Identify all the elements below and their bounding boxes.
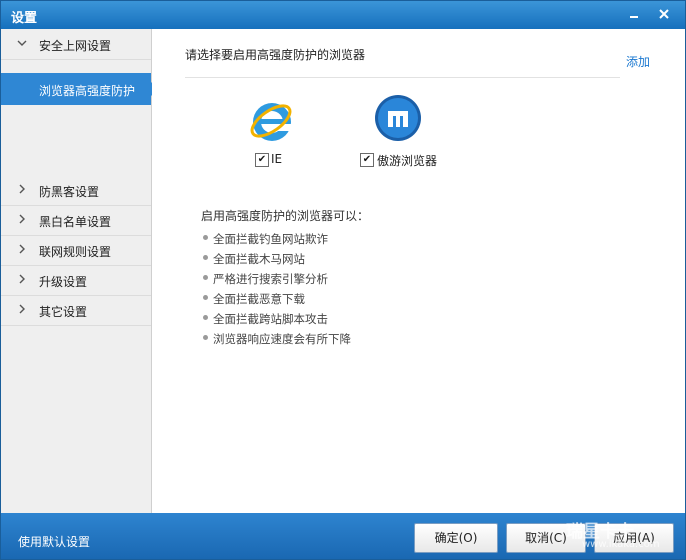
watermark: 瑞星卡卡 www.ikaka.com (566, 517, 684, 559)
sidebar: 安全上网设置 浏览器高强度防护 防黑客设置 黑白名单设置 联网规则设置 升级设置… (1, 29, 158, 513)
sidebar-item-network-rules[interactable]: 联网规则设置 (1, 235, 151, 266)
feature-item: 全面拦截钓鱼网站欺诈 (203, 231, 328, 247)
sidebar-item-safe-browsing[interactable]: 安全上网设置 (1, 29, 151, 60)
bullet-icon (203, 275, 208, 280)
sidebar-item-label: 防黑客设置 (39, 185, 100, 199)
bullet-icon (203, 315, 208, 320)
bullet-icon (203, 235, 208, 240)
sidebar-item-label: 其它设置 (39, 305, 88, 319)
divider (185, 77, 620, 78)
bullet-icon (203, 255, 208, 260)
footer-bar: 使用默认设置 确定(O) 取消(C) 应用(A) 瑞星卡卡 www.ikaka.… (1, 513, 685, 559)
bullet-icon (203, 295, 208, 300)
window-title: 设置 (11, 11, 38, 26)
close-icon (659, 9, 669, 19)
sidebar-subitem-browser-protection[interactable]: 浏览器高强度防护 (1, 73, 158, 105)
chevron-right-icon (17, 302, 27, 316)
chevron-right-icon (17, 242, 27, 256)
maxthon-checkbox-label: 傲游浏览器 (377, 154, 438, 168)
sidebar-item-anti-hacker[interactable]: 防黑客设置 (1, 175, 151, 206)
use-defaults-link[interactable]: 使用默认设置 (18, 533, 90, 550)
minimize-icon (630, 16, 638, 18)
sidebar-item-label: 黑白名单设置 (39, 215, 112, 229)
minimize-button[interactable] (625, 5, 643, 23)
content-panel: 请选择要启用高强度防护的浏览器 添加 ✔ IE ✔ 傲游浏览器 启用高强度防护的… (152, 29, 685, 513)
ie-icon (250, 103, 292, 141)
maxthon-checkbox[interactable]: ✔ (360, 153, 374, 167)
feature-item: 严格进行搜索引擎分析 (203, 271, 328, 287)
sidebar-item-other[interactable]: 其它设置 (1, 295, 151, 326)
chevron-right-icon (17, 212, 27, 226)
close-button[interactable] (655, 5, 673, 23)
feature-item: 浏览器响应速度会有所下降 (203, 331, 351, 347)
maxthon-icon (375, 95, 421, 141)
sidebar-item-upgrade[interactable]: 升级设置 (1, 265, 151, 296)
feature-item: 全面拦截恶意下载 (203, 291, 305, 307)
sidebar-item-label: 安全上网设置 (39, 39, 112, 53)
add-browser-link[interactable]: 添加 (626, 53, 650, 70)
sidebar-item-blacklist[interactable]: 黑白名单设置 (1, 205, 151, 236)
sidebar-subitem-label: 浏览器高强度防护 (39, 84, 136, 98)
chevron-right-icon (17, 182, 27, 196)
ok-button[interactable]: 确定(O) (414, 523, 498, 553)
sidebar-item-label: 联网规则设置 (39, 245, 112, 259)
section-heading: 请选择要启用高强度防护的浏览器 (185, 48, 366, 62)
features-title: 启用高强度防护的浏览器可以： (201, 209, 370, 223)
ie-checkbox[interactable]: ✔ (255, 153, 269, 167)
feature-item: 全面拦截跨站脚本攻击 (203, 311, 328, 327)
bullet-icon (203, 335, 208, 340)
chevron-right-icon (17, 272, 27, 286)
chevron-down-icon (17, 36, 27, 50)
feature-item: 全面拦截木马网站 (203, 251, 305, 267)
title-bar[interactable]: 设置 (1, 1, 685, 29)
watermark-url: www.ikaka.com (582, 539, 660, 550)
sidebar-item-label: 升级设置 (39, 275, 88, 289)
ie-checkbox-label: IE (271, 152, 283, 166)
settings-window: 设置 安全上网设置 浏览器高强度防护 防黑客设置 黑白名单设置 联网规则设置 升… (0, 0, 686, 560)
